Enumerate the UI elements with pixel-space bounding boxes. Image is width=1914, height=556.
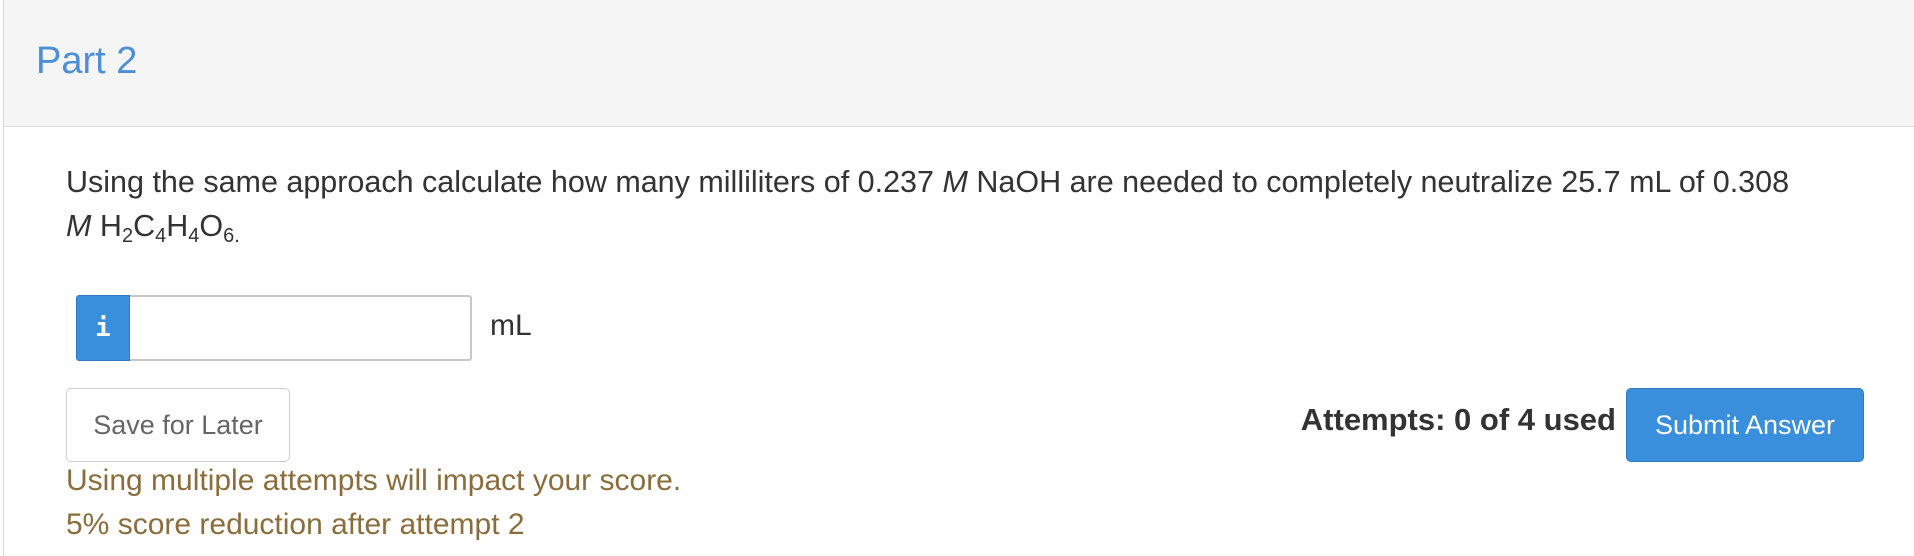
panel-header: Part 2 <box>4 0 1914 127</box>
question-text: Using the same approach calculate how ma… <box>66 160 1866 248</box>
question-panel: Part 2 Using the same approach calculate… <box>3 0 1914 556</box>
question-text-start: Using the same approach calculate how ma… <box>66 165 943 199</box>
submit-answer-button[interactable]: Submit Answer <box>1626 388 1864 462</box>
answer-input[interactable] <box>130 295 472 361</box>
info-icon[interactable]: i <box>76 295 130 361</box>
chemical-formula: H2C4H4O6. <box>99 209 240 247</box>
attempts-counter: Attempts: 0 of 4 used <box>1300 402 1616 437</box>
save-for-later-button[interactable]: Save for Later <box>66 388 290 462</box>
molarity-symbol-2: M <box>66 209 92 243</box>
molarity-symbol: M <box>942 165 968 199</box>
question-text-middle: NaOH are needed to completely neutralize… <box>967 165 1790 199</box>
unit-label: mL <box>490 309 532 342</box>
attempts-warning: Using multiple attempts will impact your… <box>66 464 682 497</box>
score-reduction-note: 5% score reduction after attempt 2 <box>66 508 525 541</box>
part-title: Part 2 <box>36 40 138 82</box>
